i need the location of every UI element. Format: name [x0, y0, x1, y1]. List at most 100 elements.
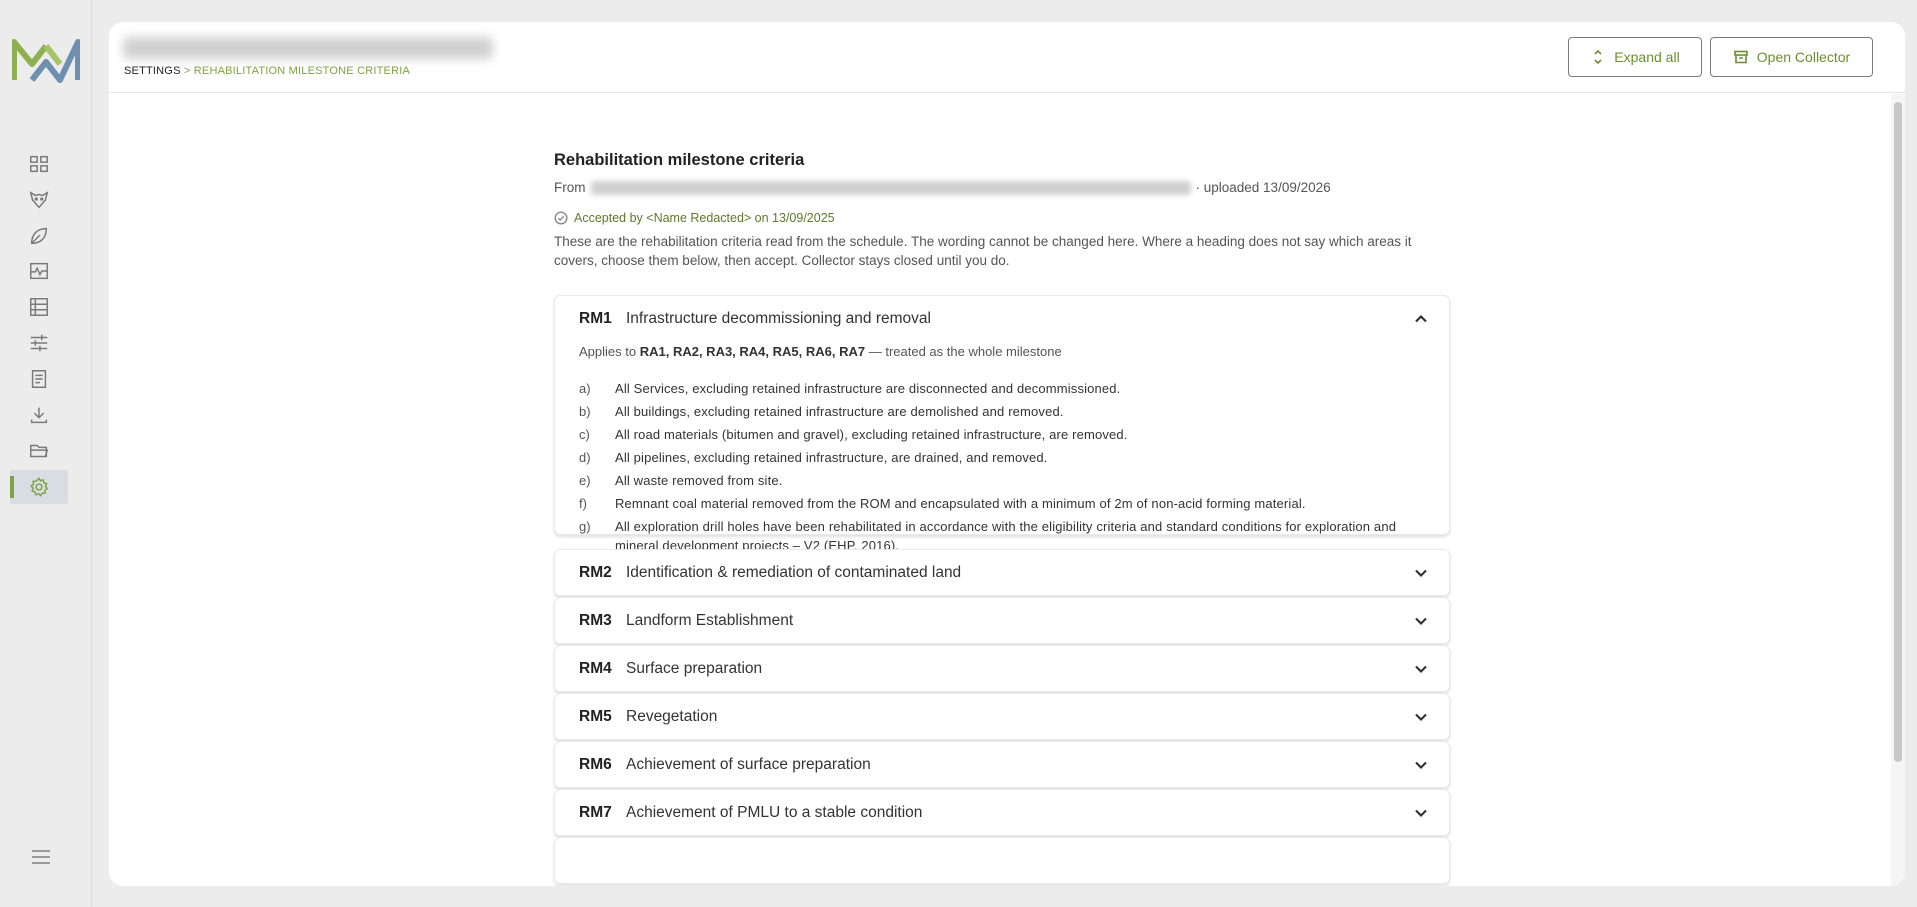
nav-records[interactable]: [10, 290, 68, 324]
chevron-down-icon[interactable]: [1413, 805, 1429, 821]
app-logo[interactable]: [11, 36, 81, 84]
nav-dashboard[interactable]: [10, 147, 68, 181]
from-label: From: [554, 180, 586, 195]
milestone-card-partial[interactable]: [554, 837, 1450, 884]
page-header: SETTINGS > REHABILITATION MILESTONE CRIT…: [109, 22, 1905, 93]
milestone-code: RM1: [579, 310, 612, 327]
redacted-file-name: [590, 180, 1191, 195]
criterion-text: All waste removed from site.: [615, 473, 783, 488]
download-icon: [30, 407, 48, 424]
source-line: From · uploaded 13/09/2026: [554, 180, 1331, 195]
milestone-title: Achievement of PMLU to a stable conditio…: [626, 804, 923, 821]
animal-icon: [29, 191, 49, 209]
criterion-text: All pipelines, excluding retained infras…: [615, 450, 1048, 465]
chevron-down-icon[interactable]: [1413, 613, 1429, 629]
criterion-item: a) All Services, excluding retained infr…: [579, 379, 1425, 398]
milestone-title: Achievement of surface preparation: [626, 756, 871, 773]
criterion-item: e) All waste removed from site.: [579, 471, 1425, 490]
applies-suffix: — treated as the whole milestone: [868, 344, 1062, 359]
milestone-code: RM2: [579, 564, 612, 581]
milestone-card-rm5[interactable]: RM5 Revegetation: [554, 693, 1450, 740]
criterion-text: All buildings, excluding retained infras…: [615, 404, 1064, 419]
main-panel: SETTINGS > REHABILITATION MILESTONE CRIT…: [109, 22, 1905, 886]
criterion-item: f) Remnant coal material removed from th…: [579, 494, 1425, 513]
page-title: Rehabilitation milestone criteria: [554, 151, 805, 169]
menu-toggle-button[interactable]: [30, 848, 56, 870]
milestone-title: Infrastructure decommissioning and remov…: [626, 310, 931, 327]
milestone-title: Identification & remediation of contamin…: [626, 564, 962, 581]
criterion-letter: a): [579, 381, 591, 396]
criterion-letter: f): [579, 496, 587, 511]
milestone-header-rm7[interactable]: RM7 Achievement of PMLU to a stable cond…: [555, 790, 1449, 836]
applies-areas: RA1, RA2, RA3, RA4, RA5, RA6, RA7: [639, 344, 866, 359]
milestone-title: Revegetation: [626, 708, 718, 725]
criterion-item: d) All pipelines, excluding retained inf…: [579, 448, 1425, 467]
archive-icon: [1733, 50, 1748, 64]
criterion-text: Remnant coal material removed from the R…: [615, 496, 1306, 511]
nav-rail: [0, 0, 92, 907]
nav-files[interactable]: [10, 434, 68, 468]
milestone-card-rm3[interactable]: RM3 Landform Establishment: [554, 597, 1450, 644]
activity-icon: [30, 262, 48, 280]
applies-to-line: Applies to RA1, RA2, RA3, RA4, RA5, RA6,…: [555, 344, 1449, 366]
criterion-letter: e): [579, 473, 591, 488]
nav-download[interactable]: [10, 398, 68, 432]
scrollbar-thumb[interactable]: [1894, 102, 1902, 762]
milestone-header-rm3[interactable]: RM3 Landform Establishment: [555, 598, 1449, 644]
chevron-up-icon[interactable]: [1413, 311, 1429, 327]
open-collector-label: Open Collector: [1756, 49, 1851, 65]
leaf-icon: [30, 227, 48, 245]
criterion-letter: b): [579, 404, 591, 419]
milestone-card-rm2[interactable]: RM2 Identification & remediation of cont…: [554, 549, 1450, 596]
redacted-project-title: [123, 37, 493, 59]
nav-fauna[interactable]: [10, 183, 68, 217]
milestone-header-rm5[interactable]: RM5 Revegetation: [555, 694, 1449, 740]
report-icon: [31, 370, 47, 388]
open-collector-button[interactable]: Open Collector: [1710, 37, 1873, 77]
milestone-title: Surface preparation: [626, 660, 763, 677]
chevron-down-icon[interactable]: [1413, 757, 1429, 773]
criterion-text: All road materials (bitumen and gravel),…: [615, 427, 1128, 442]
criterion-item: b) All buildings, excluding retained inf…: [579, 402, 1425, 421]
nav-settings[interactable]: [10, 470, 68, 504]
criterion-item: c) All road materials (bitumen and grave…: [579, 425, 1425, 444]
milestone-code: RM4: [579, 660, 612, 677]
intro-text: These are the rehabilitation criteria re…: [554, 234, 1412, 268]
criterion-letter: c): [579, 427, 590, 442]
milestone-header-rm2[interactable]: RM2 Identification & remediation of cont…: [555, 550, 1449, 596]
applies-prefix: Applies to: [579, 344, 637, 359]
chevron-down-icon[interactable]: [1413, 661, 1429, 677]
breadcrumb: SETTINGS > REHABILITATION MILESTONE CRIT…: [124, 65, 410, 77]
gear-icon: [30, 477, 49, 497]
breadcrumb-separator: >: [183, 65, 191, 77]
expand-all-label: Expand all: [1614, 49, 1680, 65]
milestone-header-rm4[interactable]: RM4 Surface preparation: [555, 646, 1449, 692]
breadcrumb-current: REHABILITATION MILESTONE CRITERIA: [193, 65, 411, 77]
milestone-card-rm4[interactable]: RM4 Surface preparation: [554, 645, 1450, 692]
expand-all-button[interactable]: Expand all: [1568, 37, 1702, 77]
nav-reports[interactable]: [10, 362, 68, 396]
list-icon: [30, 298, 48, 316]
folder-icon: [30, 444, 49, 458]
nav-monitoring[interactable]: [10, 254, 68, 288]
sliders-icon: [30, 334, 48, 352]
milestone-header-rm6[interactable]: RM6 Achievement of surface preparation: [555, 742, 1449, 788]
milestone-title: Landform Establishment: [626, 612, 794, 629]
milestone-header-rm1[interactable]: RM1 Infrastructure decommissioning and r…: [555, 296, 1449, 342]
milestone-card-rm6[interactable]: RM6 Achievement of surface preparation: [554, 741, 1450, 788]
criteria-list: a) All Services, excluding retained infr…: [555, 366, 1449, 555]
criterion-letter: d): [579, 450, 591, 465]
chevron-down-icon[interactable]: [1413, 565, 1429, 581]
nav-vegetation[interactable]: [10, 219, 68, 253]
milestone-code: RM3: [579, 612, 612, 629]
nav-adjust[interactable]: [10, 326, 68, 360]
breadcrumb-settings-link[interactable]: SETTINGS: [124, 65, 181, 77]
expand-vertical-icon: [1594, 49, 1602, 65]
uploaded-date: · uploaded 13/09/2026: [1195, 180, 1331, 195]
milestone-code: RM6: [579, 756, 612, 773]
milestone-card-rm7[interactable]: RM7 Achievement of PMLU to a stable cond…: [554, 789, 1450, 836]
accepted-text: Accepted by <Name Redacted> on 13/09/202…: [574, 211, 835, 225]
dashboard-icon: [30, 155, 48, 173]
milestone-card-rm1: RM1 Infrastructure decommissioning and r…: [554, 295, 1450, 553]
chevron-down-icon[interactable]: [1413, 709, 1429, 725]
